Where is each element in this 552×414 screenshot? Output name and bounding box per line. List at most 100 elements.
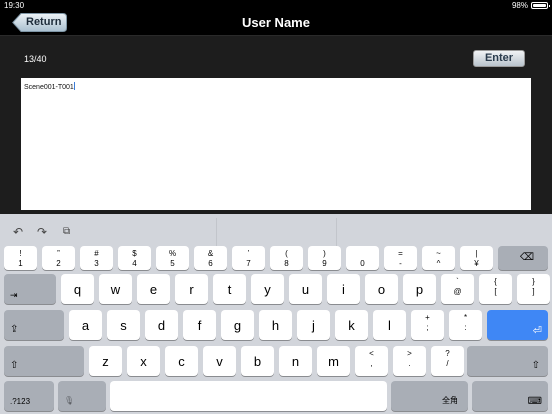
paste-icon[interactable]: ⧉ — [63, 226, 70, 238]
key-label: z — [102, 354, 109, 369]
key-row3-4[interactable]: g — [221, 310, 254, 340]
key-row2-4[interactable]: t — [213, 274, 246, 304]
key-row4-4[interactable]: b — [241, 346, 274, 376]
key-row1-11[interactable]: ~ ^ — [422, 246, 455, 270]
key-row2-1[interactable]: w — [99, 274, 132, 304]
key-label: ^ — [436, 259, 441, 268]
key-row3-2[interactable]: d — [145, 310, 178, 340]
key-row4-0[interactable]: z — [89, 346, 122, 376]
key-label: y — [264, 282, 271, 297]
key-row2-3[interactable]: r — [175, 274, 208, 304]
hide-keyboard-button[interactable]: ⌨ — [472, 381, 548, 411]
key-label: v — [216, 354, 223, 369]
key-label: 3 — [94, 259, 99, 268]
return-key[interactable]: ⏎ — [487, 310, 548, 340]
key-label: s — [120, 318, 127, 333]
key-row3-9[interactable]: +; — [411, 310, 444, 340]
delete-button[interactable]: ⌫ — [498, 246, 548, 270]
key-row1-3[interactable]: $4 — [118, 246, 151, 270]
key-label: c — [178, 354, 185, 369]
redo-icon[interactable]: ↷ — [37, 226, 47, 238]
key-label: t — [227, 282, 232, 297]
key-shift-label: + — [425, 313, 430, 322]
key-shift-label: # — [94, 249, 99, 258]
key-row4-5[interactable]: n — [279, 346, 312, 376]
enter-button[interactable]: Enter — [473, 50, 525, 67]
key-row3-10[interactable]: *: — [449, 310, 482, 340]
key-row4-3[interactable]: v — [203, 346, 236, 376]
keyboard-hide-icon: ⌨ — [527, 396, 542, 407]
key-row4-2[interactable]: c — [165, 346, 198, 376]
character-counter: 13/40 — [24, 54, 47, 64]
key-row2-7[interactable]: i — [327, 274, 360, 304]
key-shift-label: ” — [57, 249, 60, 258]
key-row1-9[interactable]: 0 — [346, 246, 379, 270]
key-row1-0[interactable]: ! 1 — [4, 246, 37, 270]
shift-icon: ⇧ — [531, 360, 540, 371]
key-shift-label: ) — [323, 249, 326, 258]
key-row2-10[interactable]: ` @ — [441, 274, 474, 304]
key-row2-12[interactable]: }] — [517, 274, 550, 304]
shift-left-button[interactable]: ⇧ — [4, 346, 84, 376]
dictation-button[interactable]: 🎙 — [58, 381, 106, 411]
key-row2-9[interactable]: p — [403, 274, 436, 304]
key-row3-3[interactable]: f — [183, 310, 216, 340]
key-label: / — [446, 359, 449, 368]
key-row4-8[interactable]: >. — [393, 346, 426, 376]
key-row2-8[interactable]: o — [365, 274, 398, 304]
key-row1-7[interactable]: (8 — [270, 246, 303, 270]
key-row3-0[interactable]: a — [69, 310, 102, 340]
key-row2-11[interactable]: {[ — [479, 274, 512, 304]
return-icon: ⏎ — [532, 325, 542, 337]
navigation-bar: Return User Name — [0, 12, 552, 36]
key-label: . — [408, 359, 411, 368]
key-row2-0[interactable]: q — [61, 274, 94, 304]
key-row4-1[interactable]: x — [127, 346, 160, 376]
user-name-field[interactable]: Scene001-T001 — [21, 78, 531, 210]
key-row2-2[interactable]: e — [137, 274, 170, 304]
key-row4-9[interactable]: ? / — [431, 346, 464, 376]
numbers-label: .?123 — [10, 397, 31, 406]
key-row1-5[interactable]: & 6 — [194, 246, 227, 270]
key-row1-2[interactable]: #3 — [80, 246, 113, 270]
key-row2-6[interactable]: u — [289, 274, 322, 304]
status-bar: 19:30 98% — [0, 0, 552, 12]
key-row3-7[interactable]: k — [335, 310, 368, 340]
numbers-button[interactable]: .?123 — [4, 381, 54, 411]
key-label: o — [377, 282, 386, 297]
caps-lock-button[interactable]: ⇪ — [4, 310, 64, 340]
kana-toggle-button[interactable]: 全角 — [391, 381, 468, 411]
key-row1-12[interactable]: | ¥ — [460, 246, 493, 270]
shift-icon: ⇧ — [10, 360, 19, 371]
undo-icon[interactable]: ↶ — [13, 226, 23, 238]
key-row3-5[interactable]: h — [259, 310, 292, 340]
key-row3-1[interactable]: s — [107, 310, 140, 340]
key-label: 2 — [56, 259, 61, 268]
shift-right-button[interactable]: ⇧ — [467, 346, 548, 376]
key-row3-6[interactable]: j — [297, 310, 330, 340]
key-row1-10[interactable]: = - — [384, 246, 417, 270]
key-label: i — [342, 282, 345, 297]
key-label: j — [312, 318, 315, 333]
key-shift-label: & — [207, 249, 214, 258]
key-row1-8[interactable]: ) 9 — [308, 246, 341, 270]
key-row1-6[interactable]: ’ 7 — [232, 246, 265, 270]
key-label: q — [73, 282, 82, 297]
kana-label: 全角 — [442, 396, 458, 405]
tab-button[interactable]: ⇥ — [4, 274, 56, 304]
key-label: [ — [494, 287, 497, 296]
key-shift-label: } — [532, 277, 535, 286]
key-row3-8[interactable]: l — [373, 310, 406, 340]
key-label: 1 — [18, 259, 23, 268]
key-row1-1[interactable]: ” 2 — [42, 246, 75, 270]
key-row1-4[interactable]: % 5 — [156, 246, 189, 270]
key-row4-7[interactable]: <, — [355, 346, 388, 376]
key-row4-6[interactable]: m — [317, 346, 350, 376]
space-bar[interactable] — [110, 381, 387, 411]
key-label: ¥ — [474, 259, 479, 268]
key-label: f — [197, 318, 202, 333]
battery-icon — [531, 2, 550, 9]
key-label: 0 — [360, 259, 365, 268]
key-shift-label: < — [369, 349, 374, 358]
key-row2-5[interactable]: y — [251, 274, 284, 304]
